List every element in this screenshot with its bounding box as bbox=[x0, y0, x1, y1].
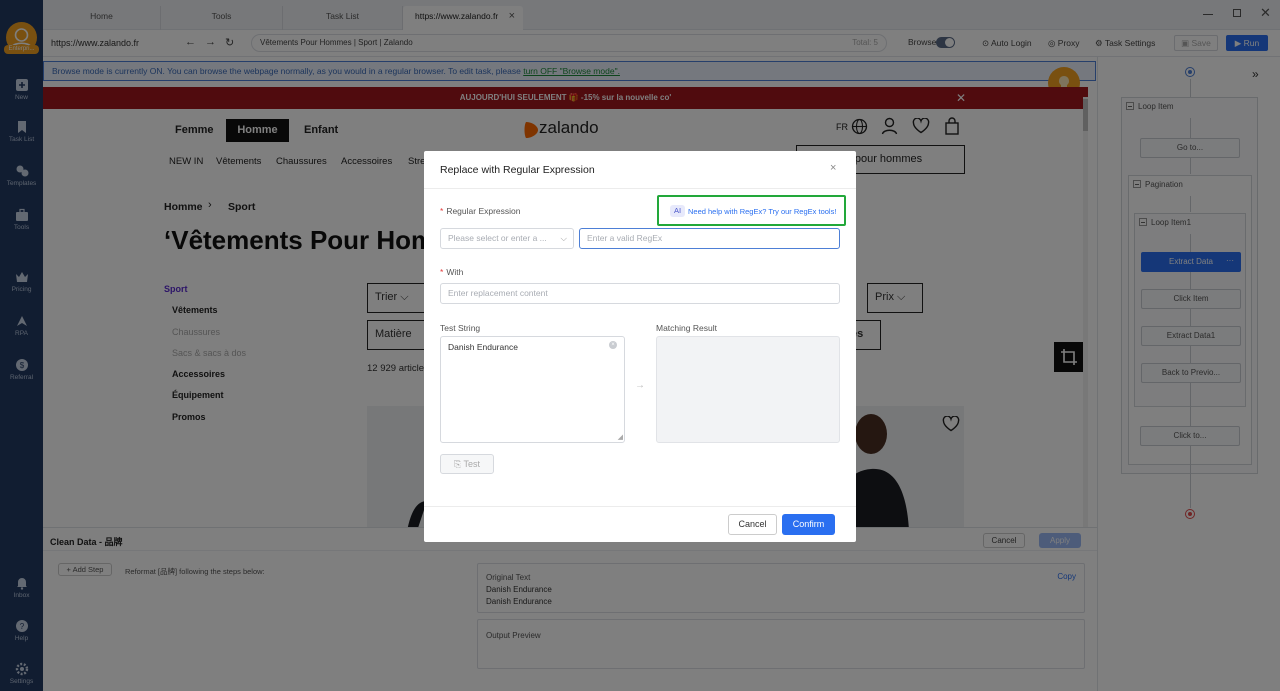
regex-preset-select[interactable]: Please select or enter a ... ⌵ bbox=[440, 228, 574, 249]
select-placeholder: Please select or enter a ... bbox=[448, 233, 547, 243]
test-string-textarea[interactable]: Danish Endurance × ◢ bbox=[440, 336, 625, 443]
confirm-button[interactable]: Confirm bbox=[782, 514, 835, 535]
dialog-title: Replace with Regular Expression bbox=[440, 164, 595, 176]
regex-replace-dialog: Replace with Regular Expression × * Regul… bbox=[424, 151, 856, 542]
matching-result-label: Matching Result bbox=[656, 323, 717, 333]
clear-icon[interactable]: × bbox=[609, 341, 617, 349]
cancel-button[interactable]: Cancel bbox=[728, 514, 777, 535]
test-label: Test bbox=[463, 459, 481, 469]
test-string-value: Danish Endurance bbox=[448, 342, 518, 352]
regex-input[interactable]: Enter a valid RegEx bbox=[579, 228, 840, 249]
resize-handle-icon[interactable]: ◢ bbox=[618, 433, 623, 441]
regex-label: * Regular Expression bbox=[440, 206, 521, 216]
chevron-down-icon: ⌵ bbox=[560, 233, 567, 243]
replacement-input[interactable]: Enter replacement content bbox=[440, 283, 840, 304]
with-label-text: With bbox=[446, 267, 464, 277]
dialog-divider bbox=[424, 188, 856, 189]
ai-icon: AI bbox=[670, 205, 685, 217]
regex-help-highlight[interactable]: AI Need help with RegEx? Try our RegEx t… bbox=[657, 195, 846, 226]
regex-label-text: Regular Expression bbox=[446, 206, 521, 216]
with-label: * With bbox=[440, 267, 464, 277]
test-string-label: Test String bbox=[440, 323, 481, 333]
matching-result-box bbox=[656, 336, 840, 443]
regex-tools-link[interactable]: Need help with RegEx? Try our RegEx tool… bbox=[688, 207, 836, 216]
test-icon: ⎘ bbox=[453, 459, 462, 469]
arrow-right-icon: → bbox=[635, 380, 645, 391]
close-dialog-icon[interactable]: × bbox=[830, 162, 836, 174]
footer-divider bbox=[424, 506, 856, 507]
test-button[interactable]: ⎘ Test bbox=[440, 454, 494, 474]
